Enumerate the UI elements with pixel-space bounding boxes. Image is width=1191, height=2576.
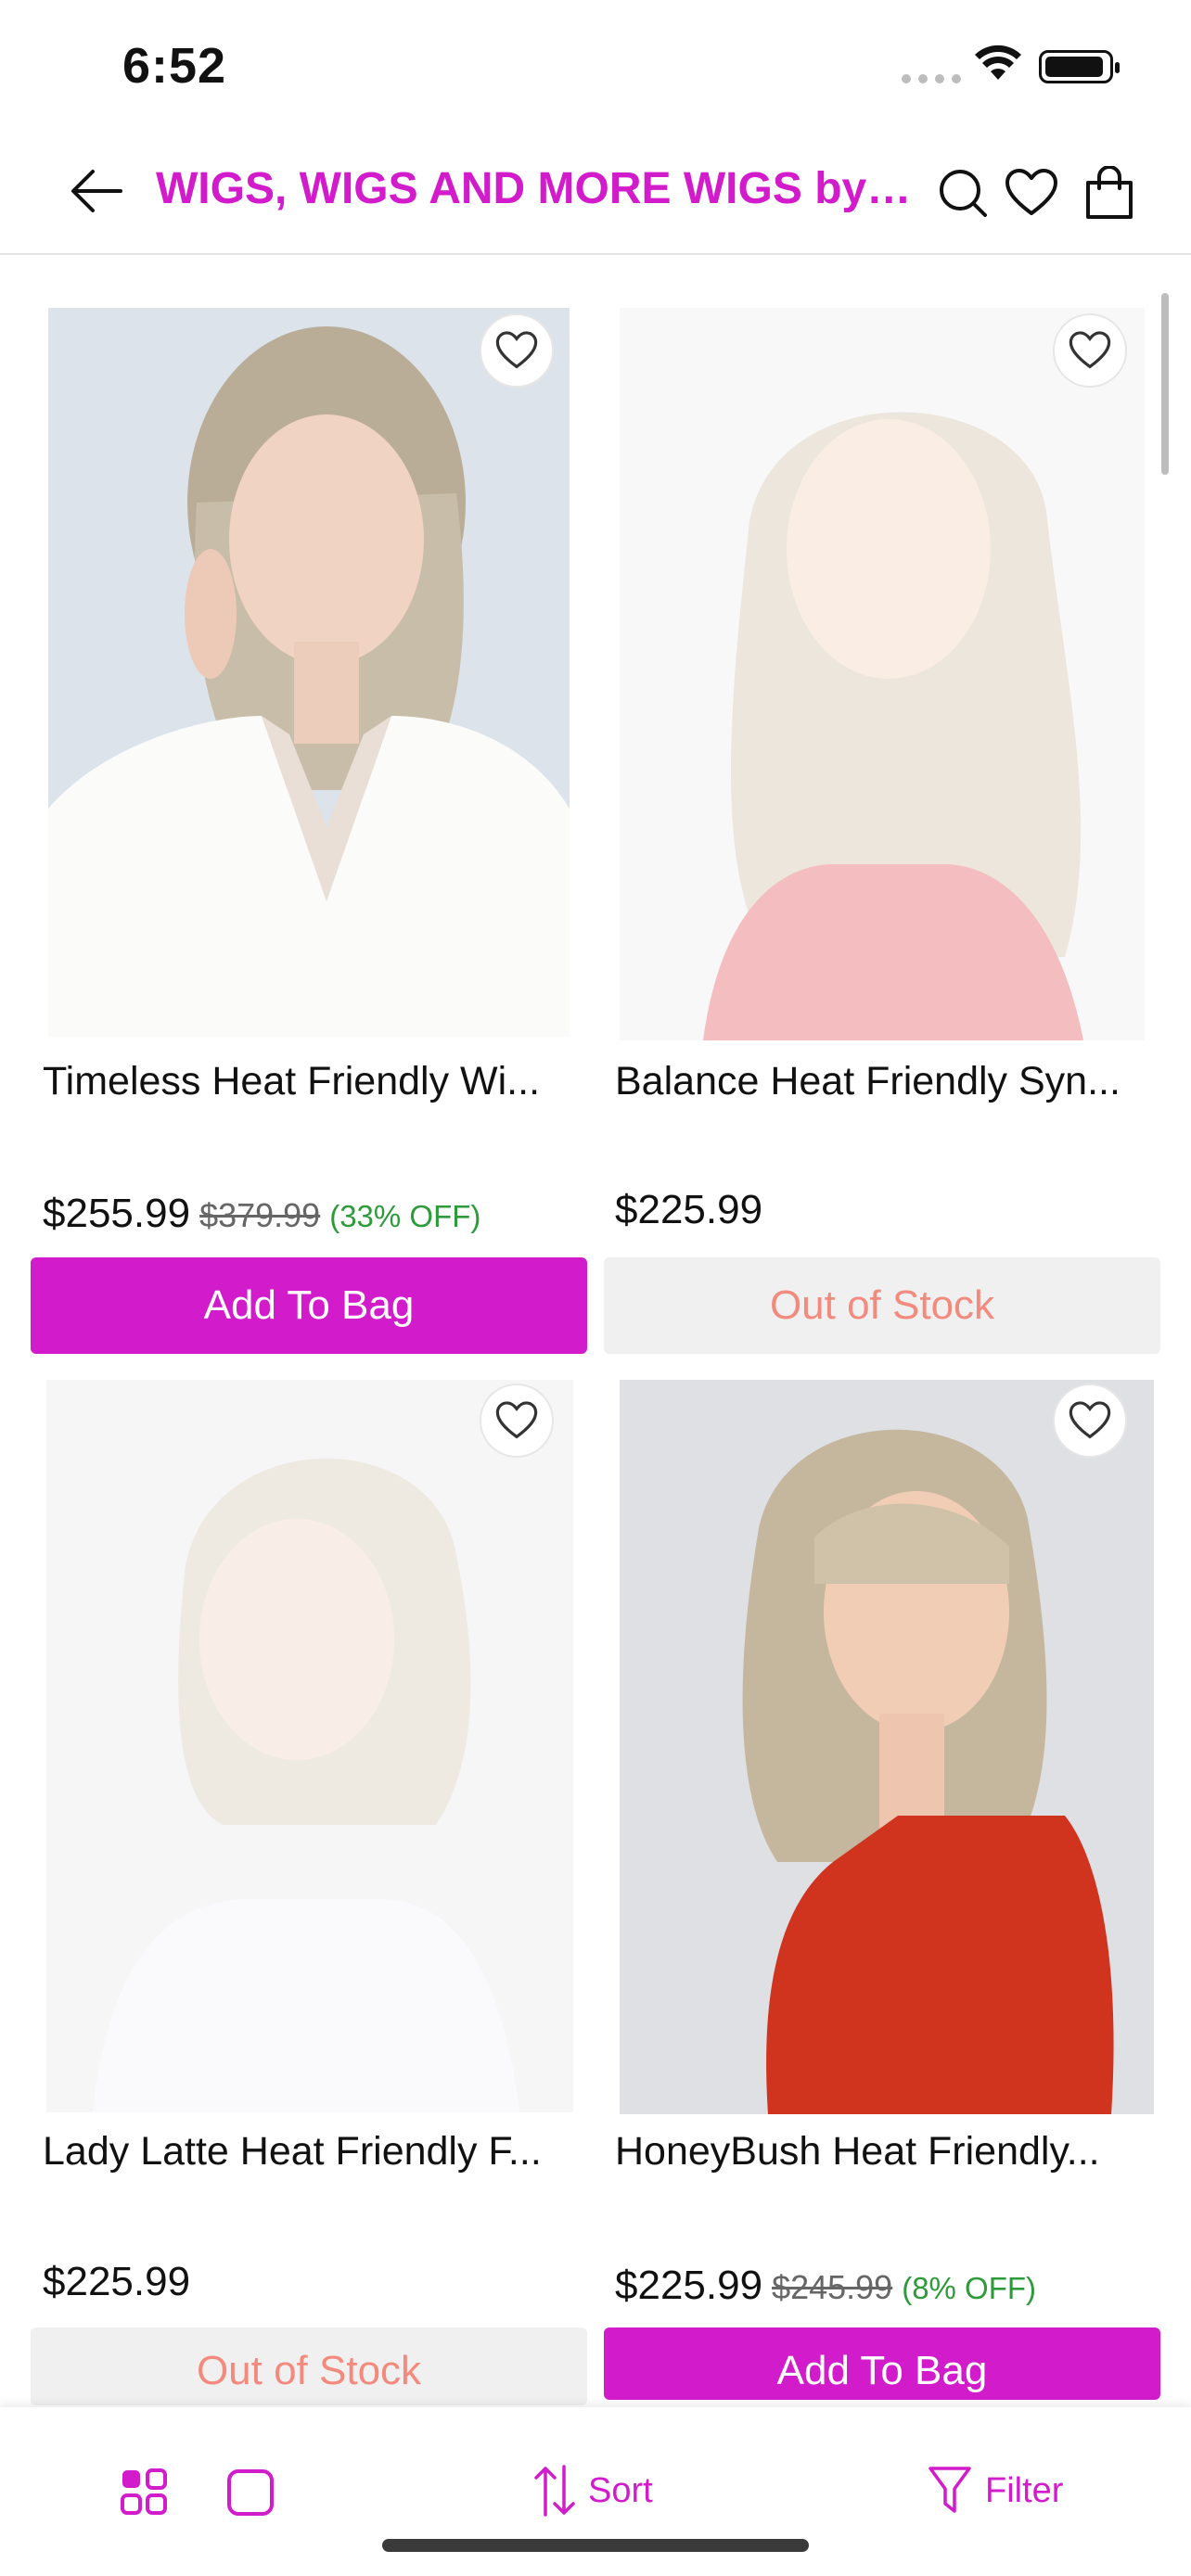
search-button[interactable] [933, 163, 992, 223]
current-price: $225.99 [615, 2263, 763, 2308]
single-view-button[interactable] [226, 2468, 275, 2517]
out-of-stock-button: Out of Stock [31, 2327, 587, 2405]
product-image[interactable] [620, 1380, 1154, 2114]
original-price: $379.99 [199, 1196, 321, 1234]
heart-icon [495, 331, 538, 369]
product-name[interactable]: Timeless Heat Friendly Wi... [43, 1059, 570, 1104]
discount-label: (8% OFF) [902, 2271, 1037, 2305]
back-arrow-icon [71, 170, 122, 212]
product-name[interactable]: Lady Latte Heat Friendly F... [43, 2129, 570, 2174]
shopping-bag-icon [1086, 166, 1133, 219]
heart-icon [495, 1401, 538, 1439]
current-price: $225.99 [43, 2259, 191, 2304]
product-image[interactable] [620, 308, 1145, 1040]
single-view-icon [227, 2469, 274, 2516]
wishlist-toggle[interactable] [1053, 1384, 1127, 1458]
product-price: $225.99 [43, 2259, 190, 2305]
status-bar: 6:52 [0, 0, 1191, 130]
back-button[interactable] [63, 158, 130, 224]
current-price: $225.99 [615, 1187, 763, 1232]
heart-icon [1069, 331, 1111, 369]
wishlist-toggle[interactable] [480, 313, 554, 388]
scrollbar[interactable] [1161, 293, 1169, 475]
cellular-signal-icon [902, 74, 961, 83]
home-indicator[interactable] [382, 2539, 809, 2552]
grid-view-button[interactable] [121, 2468, 167, 2515]
sort-label: Sort [588, 2470, 653, 2510]
product-price: $225.99 $245.99 (8% OFF) [615, 2263, 1036, 2309]
cart-button[interactable] [1080, 163, 1139, 223]
sort-button[interactable]: Sort [534, 2465, 653, 2517]
product-name[interactable]: HoneyBush Heat Friendly... [615, 2129, 1134, 2174]
battery-icon [1039, 50, 1120, 83]
wishlist-toggle[interactable] [480, 1384, 554, 1458]
filter-button[interactable]: Filter [928, 2465, 1063, 2517]
wifi-icon [975, 45, 1021, 80]
discount-label: (33% OFF) [329, 1199, 481, 1233]
wishlist-toggle[interactable] [1053, 313, 1127, 388]
current-price: $255.99 [43, 1191, 191, 1236]
product-image[interactable] [48, 308, 570, 1037]
original-price: $245.99 [772, 2268, 893, 2306]
add-to-bag-button[interactable]: Add To Bag [604, 2327, 1160, 2400]
grid-view-icon [121, 2468, 167, 2515]
sort-icon [534, 2465, 575, 2517]
heart-icon [1005, 169, 1057, 215]
product-price: $255.99 $379.99 (33% OFF) [43, 1191, 480, 1237]
heart-icon [1069, 1401, 1111, 1439]
out-of-stock-button: Out of Stock [604, 1257, 1160, 1354]
status-time: 6:52 [122, 38, 227, 94]
add-to-bag-button[interactable]: Add To Bag [31, 1257, 587, 1354]
product-price: $225.99 [615, 1187, 762, 1233]
product-image[interactable] [46, 1380, 573, 2112]
product-name[interactable]: Balance Heat Friendly Syn... [615, 1059, 1151, 1104]
wishlist-button[interactable] [1002, 163, 1061, 223]
search-icon [940, 170, 987, 217]
page-title: WIGS, WIGS AND MORE WIGS by B... [156, 164, 916, 213]
top-navigation-bar: WIGS, WIGS AND MORE WIGS by B... [0, 130, 1191, 255]
filter-icon [928, 2467, 971, 2513]
filter-label: Filter [985, 2470, 1064, 2510]
